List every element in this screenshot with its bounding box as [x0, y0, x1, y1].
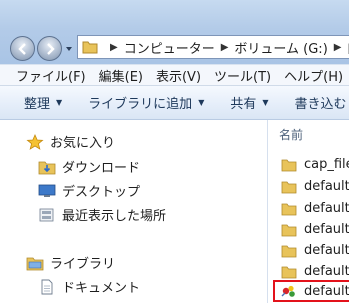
back-button[interactable]: [10, 36, 35, 61]
share-button[interactable]: 共有 ▼: [230, 93, 268, 112]
folder-icon: [281, 181, 297, 193]
list-item[interactable]: default3s: [281, 219, 349, 240]
recent-pages-dropdown-icon[interactable]: [64, 44, 74, 54]
nav-libraries-label: ライブラリ: [50, 257, 116, 272]
add-to-library-button[interactable]: ライブラリに追加 ▼: [88, 93, 204, 112]
folder-icon: [82, 41, 98, 54]
file-name: default4s: [304, 243, 349, 258]
chevron-right-icon[interactable]: ▶: [334, 42, 342, 53]
breadcrumb-volume[interactable]: ボリューム (G:): [234, 38, 327, 57]
desktop-icon: [38, 184, 56, 197]
organize-label: 整理: [24, 97, 51, 112]
nav-downloads-label: ダウンロード: [62, 161, 141, 176]
application-icon: [281, 285, 295, 297]
menu-bar: ファイル(F) 編集(E) 表示(V) ツール(T) ヘルプ(H): [0, 64, 349, 86]
nav-documents[interactable]: ドキュメント: [38, 277, 140, 296]
list-item[interactable]: cap_file: [281, 154, 349, 175]
folder-icon: [281, 224, 297, 236]
add-to-library-label: ライブラリに追加: [88, 97, 193, 112]
list-item[interactable]: default4s: [281, 261, 349, 282]
menu-help[interactable]: ヘルプ(H): [284, 66, 343, 85]
file-name: default4s: [304, 264, 349, 279]
list-item[interactable]: default_c: [281, 176, 349, 197]
folder-icon: [281, 203, 297, 215]
star-icon: [26, 133, 44, 150]
title-bar: ▶ コンピューター ▶ ボリューム (G:) ▶ p: [0, 0, 349, 64]
forward-arrow-icon: [46, 42, 55, 55]
share-label: 共有: [230, 97, 257, 112]
file-name: default_w: [304, 201, 349, 216]
library-icon: [26, 257, 44, 270]
explorer-window: ▶ コンピューター ▶ ボリューム (G:) ▶ p ファイル(F) 編集(E)…: [0, 0, 349, 303]
list-item[interactable]: default4s: [281, 240, 349, 261]
nav-downloads[interactable]: ダウンロード: [38, 157, 140, 176]
recent-places-icon: [39, 208, 54, 221]
nav-libraries[interactable]: ライブラリ: [26, 253, 115, 272]
menu-view[interactable]: 表示(V): [156, 66, 201, 85]
list-item-selected[interactable]: default: [273, 280, 349, 302]
file-name: default: [304, 283, 349, 299]
menu-file[interactable]: ファイル(F): [16, 66, 86, 85]
caret-down-icon: ▼: [262, 98, 269, 107]
nav-recent-places[interactable]: 最近表示した場所: [38, 205, 166, 224]
nav-desktop[interactable]: デスクトップ: [38, 181, 140, 200]
address-bar[interactable]: ▶ コンピューター ▶ ボリューム (G:) ▶ p: [77, 35, 349, 59]
downloads-folder-icon: [38, 161, 56, 174]
forward-button[interactable]: [37, 36, 62, 61]
burn-label: 書き込む: [294, 97, 347, 112]
breadcrumb-computer[interactable]: コンピューター: [124, 38, 215, 57]
nav-desktop-label: デスクトップ: [62, 185, 141, 200]
documents-icon: [41, 279, 53, 294]
back-arrow-icon: [17, 42, 26, 55]
chevron-right-icon[interactable]: ▶: [221, 42, 229, 53]
caret-down-icon: ▼: [198, 98, 205, 107]
file-list: 名前 cap_file default_c default_w default3…: [269, 120, 349, 303]
organize-button[interactable]: 整理 ▼: [24, 93, 62, 112]
folder-icon: [281, 159, 297, 171]
file-name: cap_file: [304, 157, 349, 172]
column-header-name[interactable]: 名前: [279, 126, 303, 143]
folder-icon: [281, 245, 297, 257]
caret-down-icon: ▼: [56, 98, 63, 107]
nav-favorites-label: お気に入り: [50, 136, 116, 151]
file-name: default3s: [304, 222, 349, 237]
chevron-right-icon[interactable]: ▶: [110, 42, 118, 53]
navigation-pane: お気に入り ダウンロード デスクトップ 最近表示した場所 ライブラリ ドキュメン…: [0, 120, 268, 303]
menu-tools[interactable]: ツール(T): [214, 66, 271, 85]
burn-button[interactable]: 書き込む: [295, 93, 347, 112]
menu-edit[interactable]: 編集(E): [99, 66, 143, 85]
nav-recent-places-label: 最近表示した場所: [62, 209, 167, 224]
list-item[interactable]: default_w: [281, 198, 349, 219]
file-name: default_c: [304, 179, 349, 194]
folder-icon: [281, 266, 297, 278]
nav-documents-label: ドキュメント: [62, 281, 141, 296]
nav-favorites[interactable]: お気に入り: [26, 132, 115, 151]
command-bar: 整理 ▼ ライブラリに追加 ▼ 共有 ▼ 書き込む: [0, 86, 349, 120]
